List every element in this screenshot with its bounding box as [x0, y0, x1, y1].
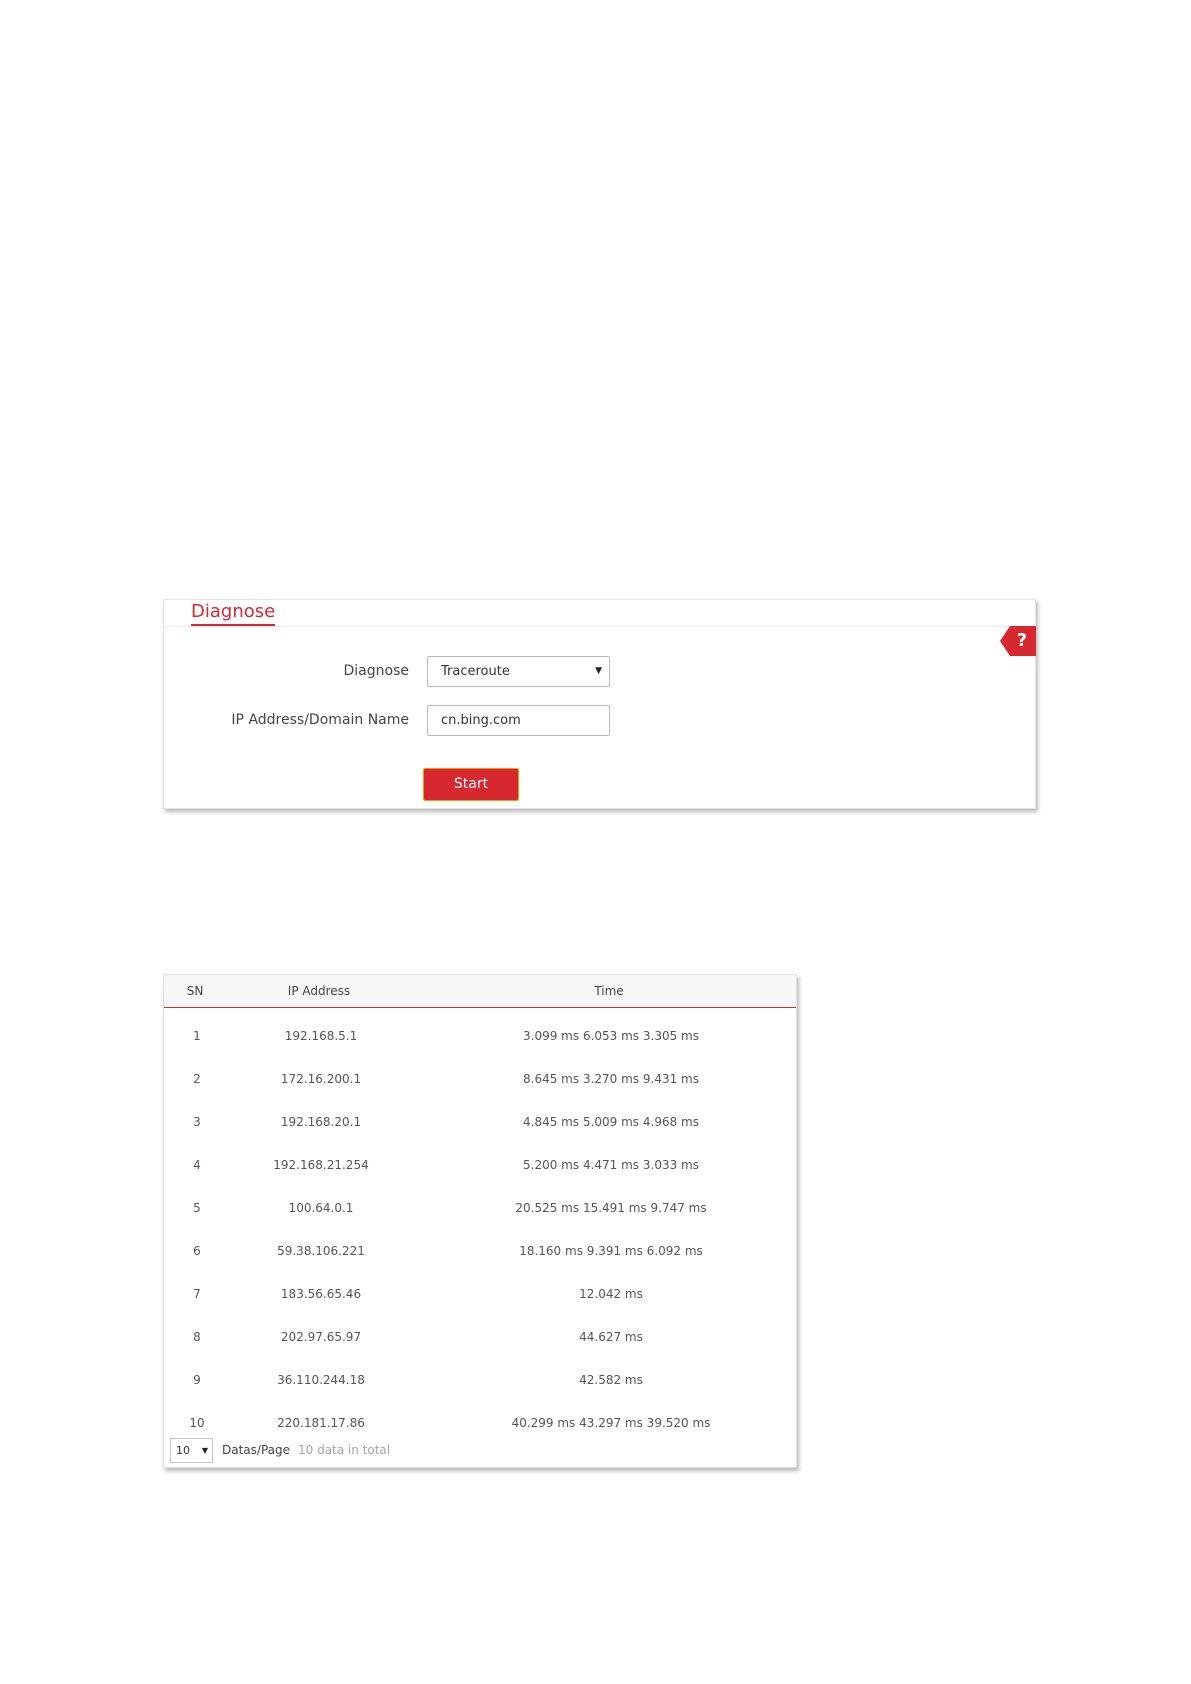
cell-time: 5.200 ms 4.471 ms 3.033 ms — [523, 1158, 699, 1172]
cell-time: 18.160 ms 9.391 ms 6.092 ms — [519, 1244, 703, 1258]
address-input[interactable] — [427, 705, 610, 736]
cell-sn: 4 — [193, 1158, 201, 1172]
table-row: 6 59.38.106.221 18.160 ms 9.391 ms 6.092… — [164, 1241, 796, 1261]
page-size-select[interactable]: 10 ▼ — [170, 1438, 213, 1463]
cell-sn: 5 — [193, 1201, 201, 1215]
cell-ip: 172.16.200.1 — [280, 1072, 362, 1086]
cell-ip: 220.181.17.86 — [277, 1416, 365, 1430]
dropdown-arrow-icon: ▼ — [201, 1446, 208, 1455]
cell-time: 44.627 ms — [579, 1330, 643, 1344]
cell-ip: 192.168.5.1 — [284, 1029, 358, 1043]
title-divider — [164, 626, 1035, 627]
cell-ip: 100.64.0.1 — [288, 1201, 354, 1215]
cell-time: 8.645 ms 3.270 ms 9.431 ms — [523, 1072, 699, 1086]
table-row: 7 183.56.65.46 12.042 ms — [164, 1284, 796, 1304]
cell-time: 42.582 ms — [579, 1373, 643, 1387]
total-count-label: 10 data in total — [298, 1443, 391, 1457]
cell-sn: 7 — [193, 1287, 201, 1301]
table-row: 5 100.64.0.1 20.525 ms 15.491 ms 9.747 m… — [164, 1198, 796, 1218]
diagnose-type-value: Traceroute — [441, 664, 510, 679]
table-row: 9 36.110.244.18 42.582 ms — [164, 1370, 796, 1390]
page-size-value: 10 — [176, 1444, 190, 1457]
dropdown-arrow-icon: ▼ — [595, 666, 602, 676]
cell-sn: 6 — [193, 1244, 201, 1258]
cell-time: 40.299 ms 43.297 ms 39.520 ms — [511, 1416, 711, 1430]
cell-ip: 192.168.20.1 — [280, 1115, 362, 1129]
cell-ip: 183.56.65.46 — [280, 1287, 362, 1301]
cell-time: 3.099 ms 6.053 ms 3.305 ms — [523, 1029, 699, 1043]
table-row: 3 192.168.20.1 4.845 ms 5.009 ms 4.968 m… — [164, 1112, 796, 1132]
header-sn: SN — [186, 984, 204, 998]
cell-sn: 2 — [193, 1072, 201, 1086]
help-icon[interactable]: ? — [1000, 626, 1036, 656]
cell-ip: 202.97.65.97 — [280, 1330, 362, 1344]
cell-sn: 9 — [193, 1373, 201, 1387]
diagnose-type-label: Diagnose — [343, 663, 409, 679]
table-header: SN IP Address Time — [164, 975, 796, 1008]
cell-sn: 1 — [193, 1029, 201, 1043]
cell-sn: 8 — [193, 1330, 201, 1344]
cell-sn: 10 — [189, 1416, 205, 1430]
cell-sn: 3 — [193, 1115, 201, 1129]
address-label: IP Address/Domain Name — [231, 712, 409, 728]
header-ip-address: IP Address — [287, 984, 351, 998]
table-row: 4 192.168.21.254 5.200 ms 4.471 ms 3.033… — [164, 1155, 796, 1175]
cell-time: 20.525 ms 15.491 ms 9.747 ms — [515, 1201, 707, 1215]
pagination-bar: 10 ▼ Datas/Page 10 data in total — [170, 1438, 570, 1463]
cell-ip: 59.38.106.221 — [277, 1244, 365, 1258]
cell-time: 4.845 ms 5.009 ms 4.968 ms — [523, 1115, 699, 1129]
table-row: 8 202.97.65.97 44.627 ms — [164, 1327, 796, 1347]
diagnose-panel: Diagnose ? Diagnose Traceroute ▼ IP Addr… — [163, 599, 1036, 809]
panel-title: Diagnose — [191, 601, 276, 626]
cell-ip: 36.110.244.18 — [277, 1373, 365, 1387]
table-row: 2 172.16.200.1 8.645 ms 3.270 ms 9.431 m… — [164, 1069, 796, 1089]
table-row: 10 220.181.17.86 40.299 ms 43.297 ms 39.… — [164, 1413, 796, 1433]
header-time: Time — [594, 984, 624, 998]
cell-ip: 192.168.21.254 — [273, 1158, 369, 1172]
diagnose-type-select[interactable]: Traceroute ▼ — [427, 656, 610, 687]
start-button[interactable]: Start — [423, 768, 519, 801]
per-page-label: Datas/Page — [222, 1443, 290, 1457]
table-row: 1 192.168.5.1 3.099 ms 6.053 ms 3.305 ms — [164, 1026, 796, 1046]
cell-time: 12.042 ms — [579, 1287, 643, 1301]
results-table: SN IP Address Time 1 192.168.5.1 3.099 m… — [163, 974, 797, 1468]
